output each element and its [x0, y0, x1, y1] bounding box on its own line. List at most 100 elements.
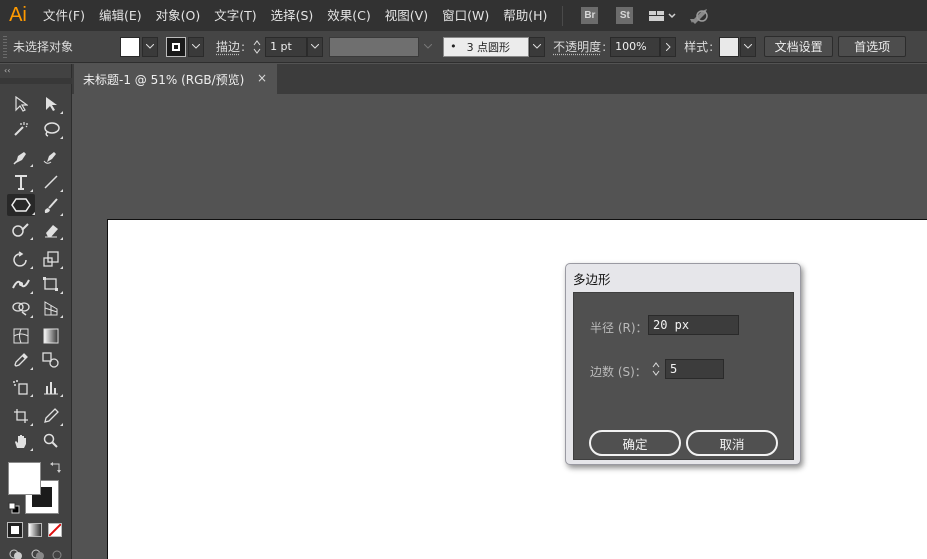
swap-fill-stroke-icon[interactable]	[50, 461, 62, 473]
spinner-arrows-icon	[652, 362, 660, 376]
gradient-tool-icon[interactable]	[39, 325, 63, 347]
cancel-button[interactable]: 取消	[686, 430, 778, 456]
menu-window[interactable]: 窗口(W)	[435, 0, 496, 31]
slice-tool-icon[interactable]	[39, 405, 63, 427]
default-colors-icon[interactable]	[8, 502, 20, 514]
polygon-dialog: 多边形 半径 (R)： 20 px 边数 (S)： 5 确定 取消	[565, 263, 801, 465]
none-slash-icon	[49, 524, 61, 536]
chevron-down-icon	[192, 44, 200, 49]
pen-tool-icon[interactable]	[9, 146, 33, 168]
magic-wand-tool-icon[interactable]	[9, 118, 33, 140]
artboard-tool-icon[interactable]	[9, 405, 33, 427]
sides-spinner[interactable]	[649, 359, 663, 379]
column-graph-tool-icon[interactable]	[39, 376, 63, 398]
spinner-arrows-icon	[253, 39, 261, 54]
document-tab-bar: 未标题-1 @ 51% (RGB/预览) ×	[72, 64, 927, 94]
tools-panel: ‹‹	[0, 64, 72, 559]
menu-effect[interactable]: 效果(C)	[320, 0, 377, 31]
mesh-tool-icon[interactable]	[9, 325, 33, 347]
scale-tool-icon[interactable]	[39, 248, 63, 270]
opacity-input[interactable]: 100%	[610, 36, 661, 57]
radius-input[interactable]: 20 px	[648, 315, 739, 335]
profile-dropdown[interactable]	[419, 37, 437, 57]
stroke-label[interactable]: 描边	[216, 38, 240, 55]
workspace-switcher-button[interactable]	[648, 9, 676, 23]
tools-panel-header[interactable]	[0, 78, 72, 84]
opacity-flyout[interactable]	[660, 36, 677, 57]
eyedropper-tool-icon[interactable]	[9, 349, 33, 371]
symbol-sprayer-tool-icon[interactable]	[9, 376, 33, 398]
menu-type[interactable]: 文字(T)	[207, 0, 263, 31]
brush-dropdown[interactable]	[529, 36, 546, 57]
lasso-tool-icon[interactable]	[39, 118, 63, 140]
brush-definition-value: 3 点圆形	[466, 40, 511, 54]
color-mode-button[interactable]	[7, 522, 23, 538]
chevron-down-icon	[744, 44, 753, 49]
paintbrush-tool-icon[interactable]	[39, 195, 63, 217]
illustrator-window: Ai 文件(F) 编辑(E) 对象(O) 文字(T) 选择(S) 效果(C) 视…	[0, 0, 927, 559]
ok-button[interactable]: 确定	[589, 430, 681, 456]
stroke-weight-dropdown[interactable]	[307, 36, 324, 57]
panel-grip[interactable]	[3, 35, 7, 58]
shape-builder-tool-icon[interactable]	[9, 297, 33, 319]
radius-label: 半径 (R)：	[590, 321, 648, 335]
zoom-tool-icon[interactable]	[39, 430, 63, 452]
stroke-swatch[interactable]	[166, 36, 186, 57]
line-segment-tool-icon[interactable]	[39, 171, 63, 193]
close-icon[interactable]: ×	[257, 71, 267, 85]
chevron-down-icon	[533, 44, 542, 49]
graphic-style-dropdown[interactable]	[740, 36, 757, 57]
curvature-tool-icon[interactable]	[39, 146, 63, 168]
graphic-style-swatch[interactable]	[719, 36, 740, 57]
gpu-performance-button[interactable]	[688, 7, 710, 25]
dialog-title[interactable]: 多边形	[573, 269, 611, 288]
free-transform-tool-icon[interactable]	[39, 273, 63, 295]
eraser-tool-icon[interactable]	[39, 219, 63, 241]
type-tool-icon[interactable]	[9, 171, 33, 193]
menu-help[interactable]: 帮助(H)	[496, 0, 554, 31]
stroke-weight-input[interactable]: 1 pt	[265, 36, 308, 57]
fill-dropdown[interactable]	[142, 36, 158, 57]
variable-width-profile[interactable]	[329, 36, 420, 57]
rotate-tool-icon[interactable]	[9, 248, 33, 270]
menu-bar: Ai 文件(F) 编辑(E) 对象(O) 文字(T) 选择(S) 效果(C) 视…	[0, 0, 927, 31]
document-setup-button[interactable]: 文档设置	[764, 36, 834, 57]
menu-select[interactable]: 选择(S)	[264, 0, 321, 31]
chevron-down-icon	[146, 44, 154, 49]
drawing-modes-icon[interactable]	[8, 548, 64, 559]
stroke-dropdown[interactable]	[188, 36, 204, 57]
perspective-grid-tool-icon[interactable]	[39, 297, 63, 319]
menu-divider	[562, 5, 564, 26]
stock-button[interactable]: St	[616, 7, 634, 24]
menu-edit[interactable]: 编辑(E)	[92, 0, 149, 31]
bridge-button[interactable]: Br	[581, 7, 599, 24]
menu-view[interactable]: 视图(V)	[378, 0, 435, 31]
menu-object[interactable]: 对象(O)	[149, 0, 208, 31]
preferences-button[interactable]: 首选项	[838, 36, 907, 57]
width-tool-icon[interactable]	[9, 273, 33, 295]
direct-selection-tool-icon[interactable]	[39, 93, 63, 115]
selection-status: 未选择对象	[13, 40, 74, 54]
app-logo: Ai	[9, 4, 27, 26]
fill-swatch[interactable]	[120, 36, 140, 57]
none-mode-button[interactable]	[48, 523, 62, 537]
brush-dot: •	[450, 40, 457, 53]
selection-tool-icon[interactable]	[9, 93, 33, 115]
stroke-weight-spinner[interactable]	[251, 37, 263, 57]
panel-collapse-icon[interactable]: ‹‹	[4, 66, 10, 75]
tab-document[interactable]: 未标题-1 @ 51% (RGB/预览) ×	[74, 64, 277, 94]
gradient-mode-button[interactable]	[28, 523, 42, 537]
artboard[interactable]	[107, 219, 927, 559]
polygon-tool-icon[interactable]	[7, 194, 35, 216]
opacity-label[interactable]: 不透明度	[553, 38, 601, 55]
style-label: 样式	[684, 40, 709, 54]
menu-file[interactable]: 文件(F)	[36, 0, 92, 31]
fill-color-box[interactable]	[8, 462, 41, 495]
hand-tool-icon[interactable]	[9, 430, 33, 452]
sides-input[interactable]: 5	[665, 359, 724, 379]
brush-definition-field[interactable]: • 3 点圆形	[443, 36, 530, 57]
document-tab-title: 未标题-1 @ 51% (RGB/预览)	[83, 72, 245, 87]
sides-label: 边数 (S)：	[590, 365, 647, 379]
blend-tool-icon[interactable]	[39, 349, 63, 371]
shaper-tool-icon[interactable]	[9, 219, 33, 241]
